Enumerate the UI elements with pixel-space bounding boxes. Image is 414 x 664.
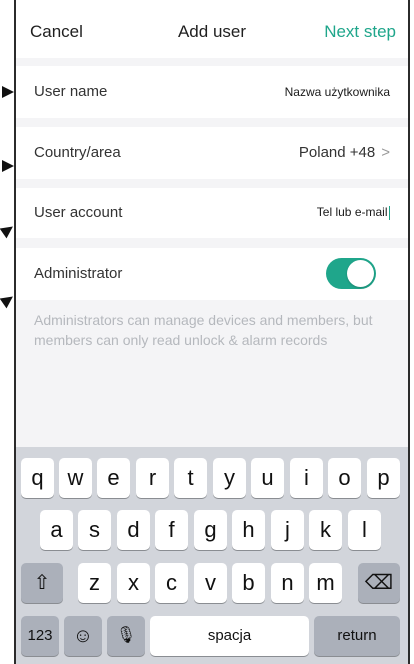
return-key[interactable]: return [314,616,400,656]
key-e[interactable]: e [97,458,130,498]
nav-header: Cancel Add user Next step [16,0,408,58]
key-h[interactable]: h [232,510,265,550]
annotation-arrow [2,160,14,172]
next-step-button[interactable]: Next step [324,22,396,42]
key-g[interactable]: g [194,510,227,550]
microphone-icon[interactable]: 🎙 [107,616,145,656]
administrator-description: Administrators can manage devices and me… [34,312,373,348]
key-b[interactable]: b [232,563,265,603]
key-j[interactable]: j [271,510,304,550]
key-r[interactable]: r [136,458,169,498]
key-a[interactable]: a [40,510,73,550]
key-d[interactable]: d [117,510,150,550]
chevron-right-icon: > [381,144,390,161]
key-q[interactable]: q [21,458,54,498]
user-account-field[interactable]: Tel lub e-mail [317,205,390,220]
country-value-text: Poland +48 [298,144,376,161]
key-p[interactable]: p [367,458,400,498]
country-row[interactable]: Country/area Poland +48 > [16,127,408,179]
key-u[interactable]: u [251,458,284,498]
user-name-row[interactable]: User name Nazwa użytkownika [16,66,408,118]
key-i[interactable]: i [290,458,323,498]
country-label: Country/area [34,144,121,161]
key-o[interactable]: o [328,458,361,498]
user-account-row[interactable]: User account Tel lub e-mail [16,188,408,238]
key-m[interactable]: m [309,563,342,603]
space-key[interactable]: spacja [150,616,309,656]
onscreen-keyboard: q w e r t y u i o p a s d f g h j k l ⇧ … [16,447,408,664]
phone-screen: Cancel Add user Next step User name Nazw… [14,0,410,664]
backspace-key[interactable]: ⌫ [358,563,400,603]
toggle-knob [347,260,374,287]
key-y[interactable]: y [213,458,246,498]
user-name-field[interactable]: Nazwa użytkownika [285,85,390,99]
emoji-icon[interactable]: ☺ [64,616,102,656]
user-account-label: User account [34,204,123,221]
key-v[interactable]: v [194,563,227,603]
key-s[interactable]: s [78,510,111,550]
key-z[interactable]: z [78,563,111,603]
key-c[interactable]: c [155,563,188,603]
annotation-arrow [2,86,14,98]
text-cursor [388,205,390,220]
key-l[interactable]: l [348,510,381,550]
key-x[interactable]: x [117,563,150,603]
administrator-toggle[interactable] [326,258,376,289]
user-account-value: Tel lub e-mail [316,205,388,219]
key-t[interactable]: t [174,458,207,498]
user-name-label: User name [34,83,108,100]
administrator-row: Administrator [16,248,408,300]
key-f[interactable]: f [155,510,188,550]
shift-key[interactable]: ⇧ [21,563,63,603]
key-n[interactable]: n [271,563,304,603]
key-k[interactable]: k [309,510,342,550]
administrator-label: Administrator [34,265,123,282]
key-w[interactable]: w [59,458,92,498]
numbers-key[interactable]: 123 [21,616,59,656]
country-value[interactable]: Poland +48 > [299,144,390,161]
